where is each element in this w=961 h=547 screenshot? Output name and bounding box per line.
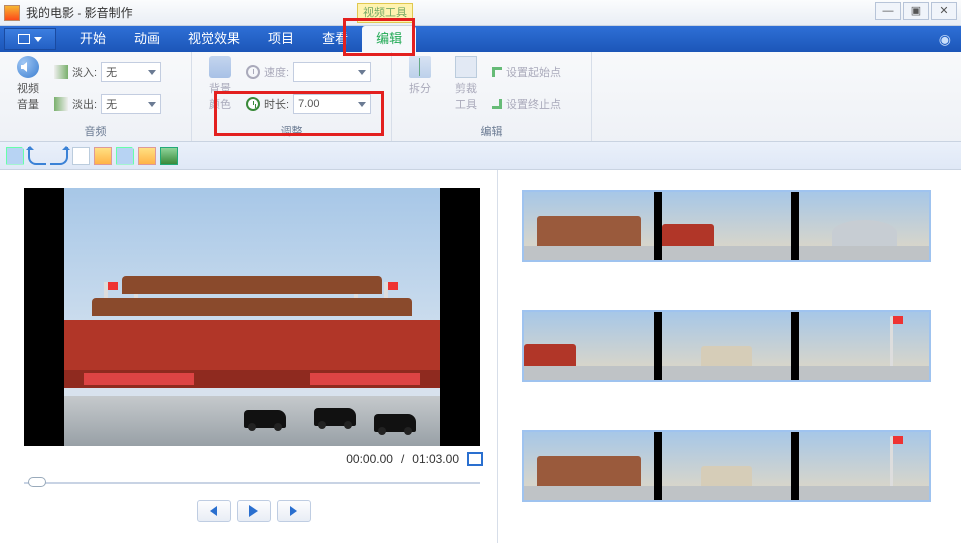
- save-icon[interactable]: [6, 147, 24, 165]
- edit-group-label: 编辑: [400, 123, 583, 141]
- time-total: 01:03.00: [412, 452, 459, 466]
- prev-frame-button[interactable]: [197, 500, 231, 522]
- next-frame-button[interactable]: [277, 500, 311, 522]
- titlebar: 我的电影 - 影音制作 视频工具 — ▣ ✕: [0, 0, 961, 26]
- storyboard-pane: [498, 170, 961, 543]
- trim-icon: [455, 56, 477, 78]
- qat-icon-4[interactable]: [160, 147, 178, 165]
- clip-row: [522, 190, 931, 262]
- tab-edit[interactable]: 编辑: [362, 26, 416, 52]
- clip-thumbnail[interactable]: [791, 432, 929, 500]
- new-icon[interactable]: [72, 147, 90, 165]
- tab-start[interactable]: 开始: [66, 26, 120, 52]
- qat-icon-2[interactable]: [116, 147, 134, 165]
- bgcolor-icon: [209, 56, 231, 78]
- clip-thumbnail[interactable]: [791, 192, 929, 260]
- split-icon: [409, 56, 431, 78]
- playback-controls: [24, 500, 483, 522]
- tab-project[interactable]: 项目: [254, 26, 308, 52]
- speed-label: 速度:: [264, 64, 289, 80]
- work-area: 00:00.00/01:03.00: [0, 170, 961, 543]
- fadein-label: 淡入:: [72, 64, 97, 80]
- tab-visual-effects[interactable]: 视觉效果: [174, 26, 254, 52]
- time-display: 00:00.00/01:03.00: [24, 452, 483, 466]
- set-end-button: 设置终止点: [492, 92, 561, 116]
- clip-thumbnail[interactable]: [524, 312, 654, 380]
- speaker-icon: [17, 56, 39, 78]
- fadein-combo[interactable]: 无: [101, 62, 161, 82]
- window-title: 我的电影 - 影音制作: [26, 4, 133, 21]
- fadeout-label: 淡出:: [72, 96, 97, 112]
- clip-row: [522, 310, 931, 382]
- preview-pane: 00:00.00/01:03.00: [0, 170, 498, 543]
- fadeout-combo[interactable]: 无: [101, 94, 161, 114]
- redo-icon[interactable]: [50, 147, 68, 165]
- ribbon: 视频 音量 淡入: 无 淡出: 无 音频 背景 颜色: [0, 52, 961, 142]
- clip-thumbnail[interactable]: [654, 432, 792, 500]
- bgcolor-button: 背景 颜色: [200, 56, 240, 112]
- preview-monitor: [24, 188, 480, 446]
- set-start-button: 设置起始点: [492, 60, 561, 84]
- context-tab-video-tools[interactable]: 视频工具: [357, 3, 413, 23]
- minimize-button[interactable]: —: [875, 2, 901, 20]
- undo-icon[interactable]: [28, 147, 46, 165]
- video-volume-button[interactable]: 视频 音量: [8, 56, 48, 112]
- speed-icon: [246, 65, 260, 79]
- app-icon: [4, 5, 20, 21]
- audio-group-label: 音频: [8, 123, 183, 141]
- scrub-thumb[interactable]: [28, 477, 46, 487]
- split-button: 拆分: [400, 56, 440, 96]
- clock-icon: [246, 97, 260, 111]
- duration-label: 时长:: [264, 96, 289, 112]
- tab-view[interactable]: 查看: [308, 26, 362, 52]
- qat-icon-1[interactable]: [94, 147, 112, 165]
- clip-thumbnail[interactable]: [524, 192, 654, 260]
- fadein-icon: [54, 65, 68, 79]
- close-button[interactable]: ✕: [931, 2, 957, 20]
- time-current: 00:00.00: [346, 452, 393, 466]
- speed-combo: [293, 62, 371, 82]
- scrub-bar[interactable]: [24, 476, 480, 490]
- set-start-icon: [492, 67, 502, 77]
- clip-thumbnail[interactable]: [791, 312, 929, 380]
- qat-icon-3[interactable]: [138, 147, 156, 165]
- fullscreen-icon[interactable]: [467, 452, 483, 466]
- set-end-icon: [492, 99, 502, 109]
- adjust-group-label: 调整: [200, 123, 383, 141]
- help-icon[interactable]: ◉: [939, 31, 951, 48]
- play-button[interactable]: [237, 500, 271, 522]
- quick-access-toolbar: [0, 142, 961, 170]
- maximize-button[interactable]: ▣: [903, 2, 929, 20]
- clip-thumbnail[interactable]: [654, 312, 792, 380]
- duration-combo[interactable]: 7.00: [293, 94, 371, 114]
- clip-row: [522, 430, 931, 502]
- tab-animation[interactable]: 动画: [120, 26, 174, 52]
- clip-thumbnail[interactable]: [524, 432, 654, 500]
- preview-image: [64, 188, 440, 446]
- clip-thumbnail[interactable]: [654, 192, 792, 260]
- file-menu-button[interactable]: [4, 28, 56, 50]
- trim-button: 剪裁 工具: [446, 56, 486, 112]
- fadeout-icon: [54, 97, 68, 111]
- tab-bar: 开始 动画 视觉效果 项目 查看 编辑 ◉: [0, 26, 961, 52]
